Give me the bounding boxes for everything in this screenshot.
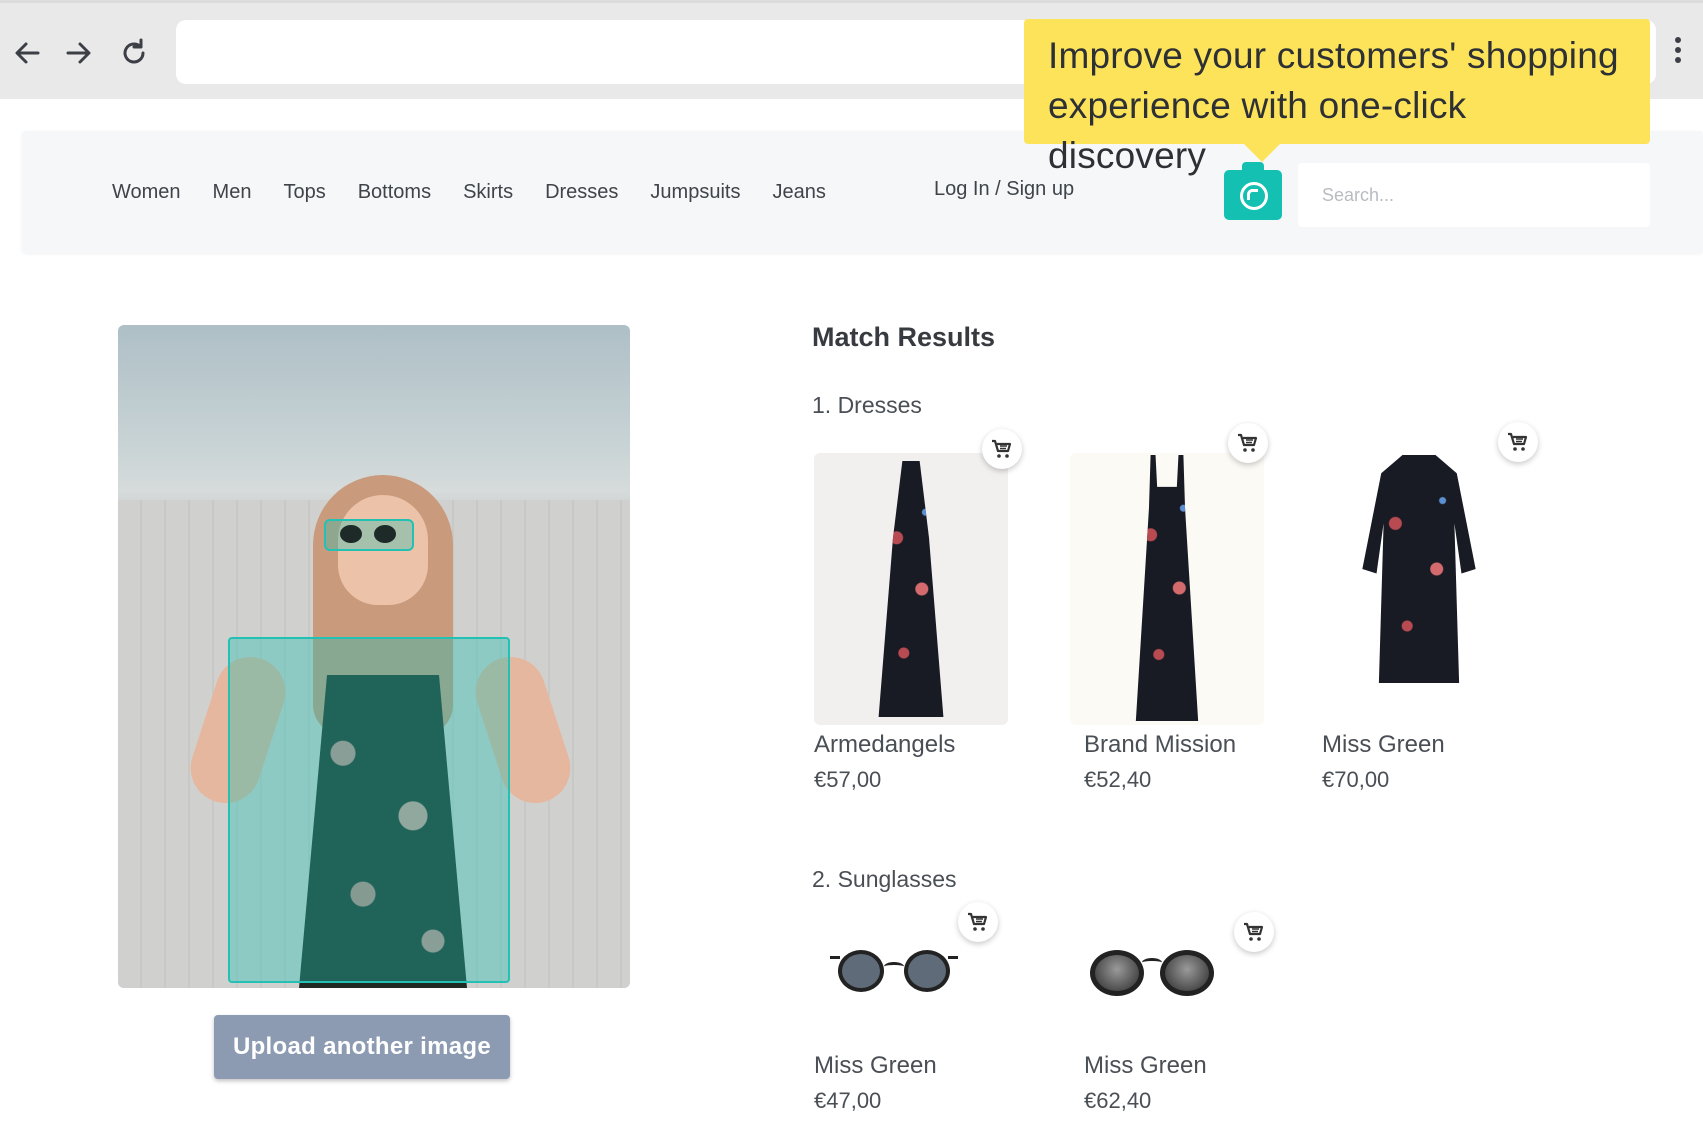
nav-skirts[interactable]: Skirts [463,181,513,204]
product-price: €70,00 [1322,767,1390,792]
nav-bottoms[interactable]: Bottoms [358,181,431,204]
add-to-cart-button[interactable] [1498,422,1538,462]
arrow-left-icon [15,42,40,64]
cart-icon [1238,433,1258,452]
product-brand: Miss Green [1084,1052,1207,1079]
upload-another-image-button[interactable]: Upload another image [214,1015,510,1079]
more-menu-icon[interactable] [1668,37,1688,67]
add-to-cart-button[interactable] [1234,912,1274,952]
product-price: €57,00 [814,767,882,792]
camera-icon [1240,182,1268,210]
promo-tooltip: Improve your customers' shopping experie… [1024,19,1650,176]
detection-box-dress[interactable] [228,637,510,983]
product-image[interactable] [814,453,1008,725]
reload-button[interactable] [114,33,154,73]
match-results-title: Match Results [812,322,996,352]
add-to-cart-button[interactable] [1228,423,1268,463]
section-label-sunglasses: 2. Sunglasses [812,866,957,892]
detection-box-sunglasses[interactable] [324,519,414,551]
nav-jeans[interactable]: Jeans [772,181,825,204]
main-nav: Women Men Tops Bottoms Skirts Dresses Ju… [112,131,858,253]
product-brand: Brand Mission [1084,731,1237,758]
product-price: €62,40 [1084,1088,1152,1113]
nav-jumpsuits[interactable]: Jumpsuits [650,181,740,204]
back-button[interactable] [8,33,48,73]
nav-dresses[interactable]: Dresses [545,181,618,204]
cart-icon [992,439,1012,458]
cart-icon [1244,922,1264,941]
product-price: €47,00 [814,1088,882,1113]
product-image[interactable] [1070,453,1264,725]
arrow-right-icon [66,42,91,64]
product-brand: Miss Green [1322,731,1445,758]
product-image[interactable] [830,950,958,996]
cart-icon [968,912,988,931]
add-to-cart-button[interactable] [982,429,1022,469]
product-brand: Miss Green [814,1052,937,1079]
nav-tops[interactable]: Tops [283,181,325,204]
product-price: €52,40 [1084,767,1152,792]
uploaded-photo [118,325,630,988]
product-brand: Armedangels [814,731,956,758]
cart-icon [1508,432,1528,451]
section-label-dresses: 1. Dresses [812,392,922,418]
product-image[interactable] [1322,453,1516,725]
forward-button[interactable] [58,33,98,73]
add-to-cart-button[interactable] [958,902,998,942]
login-signup-link[interactable]: Log In / Sign up [934,178,1074,201]
tooltip-line-2: experience with one-click discovery [1048,85,1467,176]
product-image[interactable] [1090,950,1214,996]
nav-men[interactable]: Men [213,181,252,204]
nav-women[interactable]: Women [112,181,181,204]
tooltip-line-1: Improve your customers' shopping [1048,35,1619,76]
reload-icon [123,38,145,64]
